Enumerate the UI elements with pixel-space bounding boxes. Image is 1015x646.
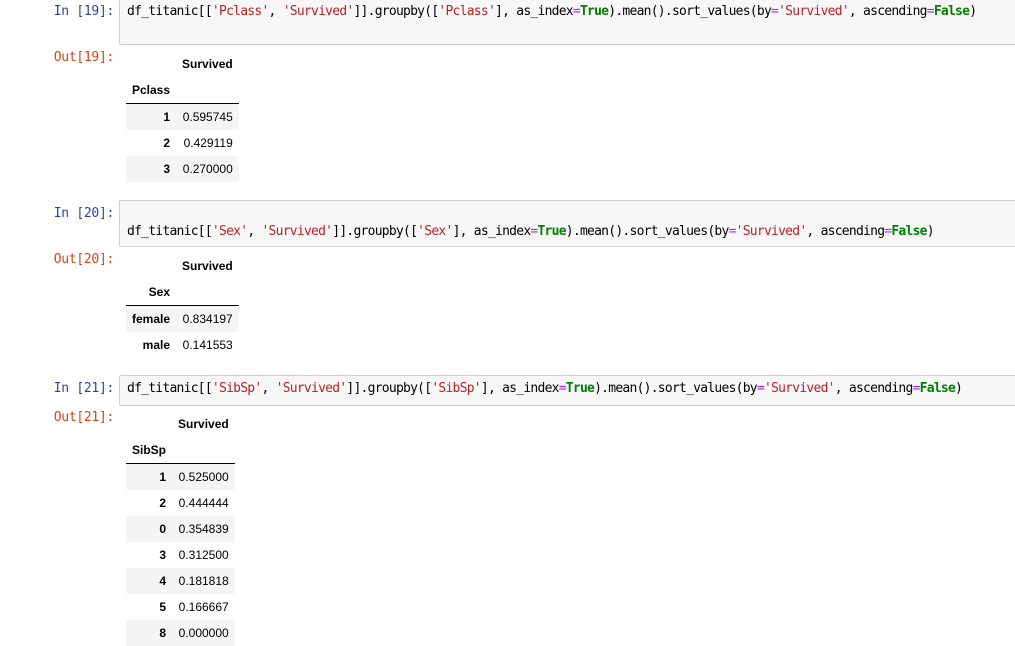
table-row: 2 0.444444 xyxy=(126,490,235,516)
row-index: female xyxy=(132,312,171,326)
row-value: 0.354839 xyxy=(178,522,229,536)
row-value: 0.181818 xyxy=(178,574,229,588)
row-index: 2 xyxy=(159,496,167,510)
table-row: 2 0.429119 xyxy=(126,130,239,156)
row-index: 0 xyxy=(159,522,167,536)
index-blank-header xyxy=(126,411,172,437)
row-value: 0.141553 xyxy=(182,338,233,352)
table-row: male 0.141553 xyxy=(126,332,239,358)
index-blank-header xyxy=(126,253,176,279)
row-index: 8 xyxy=(159,626,167,640)
row-index: 3 xyxy=(159,548,167,562)
code-line[interactable]: df_titanic[['Pclass', 'Survived']].group… xyxy=(127,4,977,19)
table-row: 0 0.354839 xyxy=(126,516,235,542)
row-value: 0.312500 xyxy=(178,548,229,562)
table-row: 1 0.525000 xyxy=(126,463,235,490)
row-value: 0.444444 xyxy=(178,496,229,510)
index-name-header: Sex xyxy=(126,279,177,306)
in-prompt: In [19]: xyxy=(53,4,115,19)
row-value: 0.270000 xyxy=(182,162,233,176)
row-index: male xyxy=(142,338,171,352)
table-row: 3 0.270000 xyxy=(126,156,239,182)
row-value: 0.595745 xyxy=(182,110,233,124)
index-blank-header xyxy=(126,51,176,77)
index-name-header: SibSp xyxy=(126,437,173,464)
output-dataframe: Survived SibSp 1 0.525000 2 0.444444 0 0… xyxy=(126,411,235,646)
table-row: 4 0.181818 xyxy=(126,568,235,594)
out-prompt: Out[20]: xyxy=(53,252,115,267)
column-header: Survived xyxy=(182,259,233,273)
code-input-area[interactable]: df_titanic[['SibSp', 'Survived']].groupb… xyxy=(119,375,1015,406)
code-input-area[interactable]: df_titanic[['Pclass', 'Survived']].group… xyxy=(119,0,1015,45)
table-row: 3 0.312500 xyxy=(126,542,235,568)
row-index: 1 xyxy=(159,470,167,484)
table-row: 5 0.166667 xyxy=(126,594,235,620)
table-row: 1 0.595745 xyxy=(126,103,239,130)
row-index: 5 xyxy=(159,600,167,614)
out-prompt: Out[21]: xyxy=(53,410,115,425)
table-row: female 0.834197 xyxy=(126,305,239,332)
row-index: 2 xyxy=(163,136,171,150)
row-index: 4 xyxy=(159,574,167,588)
output-dataframe: Survived Pclass 1 0.595745 2 0.429119 3 … xyxy=(126,51,239,182)
code-input-area[interactable]: df_titanic[['Sex', 'Survived']].groupby(… xyxy=(119,200,1015,247)
output-dataframe: Survived Sex female 0.834197 male 0.1415… xyxy=(126,253,239,358)
index-name-header: Pclass xyxy=(126,77,177,104)
row-value: 0.166667 xyxy=(178,600,229,614)
column-header: Survived xyxy=(178,417,229,431)
row-value: 0.525000 xyxy=(178,470,229,484)
row-index: 3 xyxy=(163,162,171,176)
in-prompt: In [20]: xyxy=(53,206,115,221)
row-value: 0.834197 xyxy=(182,312,233,326)
row-value: 0.429119 xyxy=(183,136,233,150)
row-value: 0.000000 xyxy=(178,626,229,640)
row-index: 1 xyxy=(163,110,171,124)
out-prompt: Out[19]: xyxy=(53,50,115,65)
in-prompt: In [21]: xyxy=(53,381,115,396)
table-row: 8 0.000000 xyxy=(126,620,235,646)
column-header: Survived xyxy=(182,57,233,71)
code-line[interactable]: df_titanic[['SibSp', 'Survived']].groupb… xyxy=(127,381,963,396)
code-line[interactable]: df_titanic[['Sex', 'Survived']].groupby(… xyxy=(127,224,935,239)
